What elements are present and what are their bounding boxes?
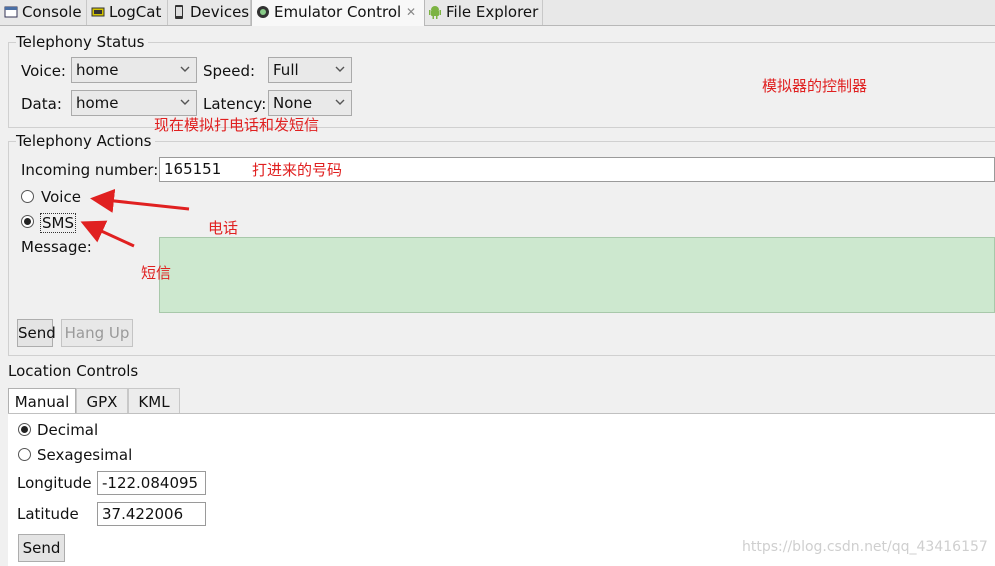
message-textarea[interactable] (159, 237, 995, 313)
sexagesimal-radio-label[interactable]: Sexagesimal (37, 446, 132, 464)
latency-select[interactable]: None (268, 90, 352, 116)
annotation-sms: 短信 (141, 264, 172, 282)
decimal-radio[interactable] (18, 423, 31, 436)
incoming-number-label: Incoming number: (21, 161, 159, 179)
android-icon (429, 6, 441, 19)
latitude-input[interactable]: 37.422006 (97, 502, 206, 526)
tab-label: LogCat (109, 3, 162, 21)
speed-select-value: Full (273, 61, 299, 79)
voice-radio[interactable] (21, 190, 34, 203)
sms-radio-label[interactable]: SMS (40, 213, 76, 233)
annotation-emulator-controller: 模拟器的控制器 (762, 77, 868, 95)
view-tab-strip: Console LogCat Devices Emulator Control … (0, 0, 995, 26)
chevron-down-icon (180, 99, 190, 105)
emulator-icon (257, 6, 269, 18)
decimal-radio-label[interactable]: Decimal (37, 421, 98, 439)
device-icon (175, 5, 183, 19)
tab-label: Emulator Control (274, 3, 402, 21)
tab-kml[interactable]: KML (128, 388, 180, 414)
chevron-down-icon (335, 66, 345, 72)
data-select[interactable]: home (71, 90, 197, 116)
message-label: Message: (21, 238, 92, 256)
tab-emulator-control[interactable]: Emulator Control ✕ (251, 0, 425, 26)
tab-devices[interactable]: Devices (168, 0, 251, 25)
telephony-actions-title: Telephony Actions (16, 132, 156, 150)
data-label: Data: (21, 95, 62, 113)
latency-label: Latency: (203, 95, 267, 113)
location-send-button[interactable]: Send (18, 534, 65, 562)
close-icon[interactable]: ✕ (406, 0, 416, 25)
hang-up-button[interactable]: Hang Up (61, 319, 133, 347)
tab-logcat[interactable]: LogCat (87, 0, 168, 25)
console-icon (4, 6, 18, 18)
data-select-value: home (76, 94, 119, 112)
telephony-status-title: Telephony Status (16, 33, 149, 51)
latitude-label: Latitude (17, 505, 79, 523)
tab-manual[interactable]: Manual (8, 388, 76, 415)
watermark: https://blog.csdn.net/qq_43416157 (742, 539, 988, 555)
speed-select[interactable]: Full (268, 57, 352, 83)
annotation-simulate-call-sms: 现在模拟打电话和发短信 (154, 116, 320, 134)
tab-label: Devices (190, 3, 250, 21)
sexagesimal-radio[interactable] (18, 448, 31, 461)
tab-gpx[interactable]: GPX (76, 388, 128, 414)
longitude-label: Longitude (17, 474, 92, 492)
voice-radio-label[interactable]: Voice (41, 188, 81, 206)
tab-console[interactable]: Console (0, 0, 87, 25)
sms-radio[interactable] (21, 215, 34, 228)
tab-label: Console (22, 3, 82, 21)
voice-select[interactable]: home (71, 57, 197, 83)
tab-label: File Explorer (446, 3, 539, 21)
voice-label: Voice: (21, 62, 66, 80)
tab-file-explorer[interactable]: File Explorer (424, 0, 543, 25)
location-controls-title: Location Controls (8, 362, 139, 380)
longitude-input[interactable]: -122.084095 (97, 471, 206, 495)
voice-select-value: home (76, 61, 119, 79)
telephony-send-button[interactable]: Send (17, 319, 56, 347)
chevron-down-icon (180, 66, 190, 72)
chevron-down-icon (335, 99, 345, 105)
annotation-phone-call: 电话 (208, 219, 239, 237)
speed-label: Speed: (203, 62, 256, 80)
annotation-incoming-number: 打进来的号码 (252, 161, 343, 179)
latency-select-value: None (273, 94, 313, 112)
logcat-icon (91, 7, 105, 17)
